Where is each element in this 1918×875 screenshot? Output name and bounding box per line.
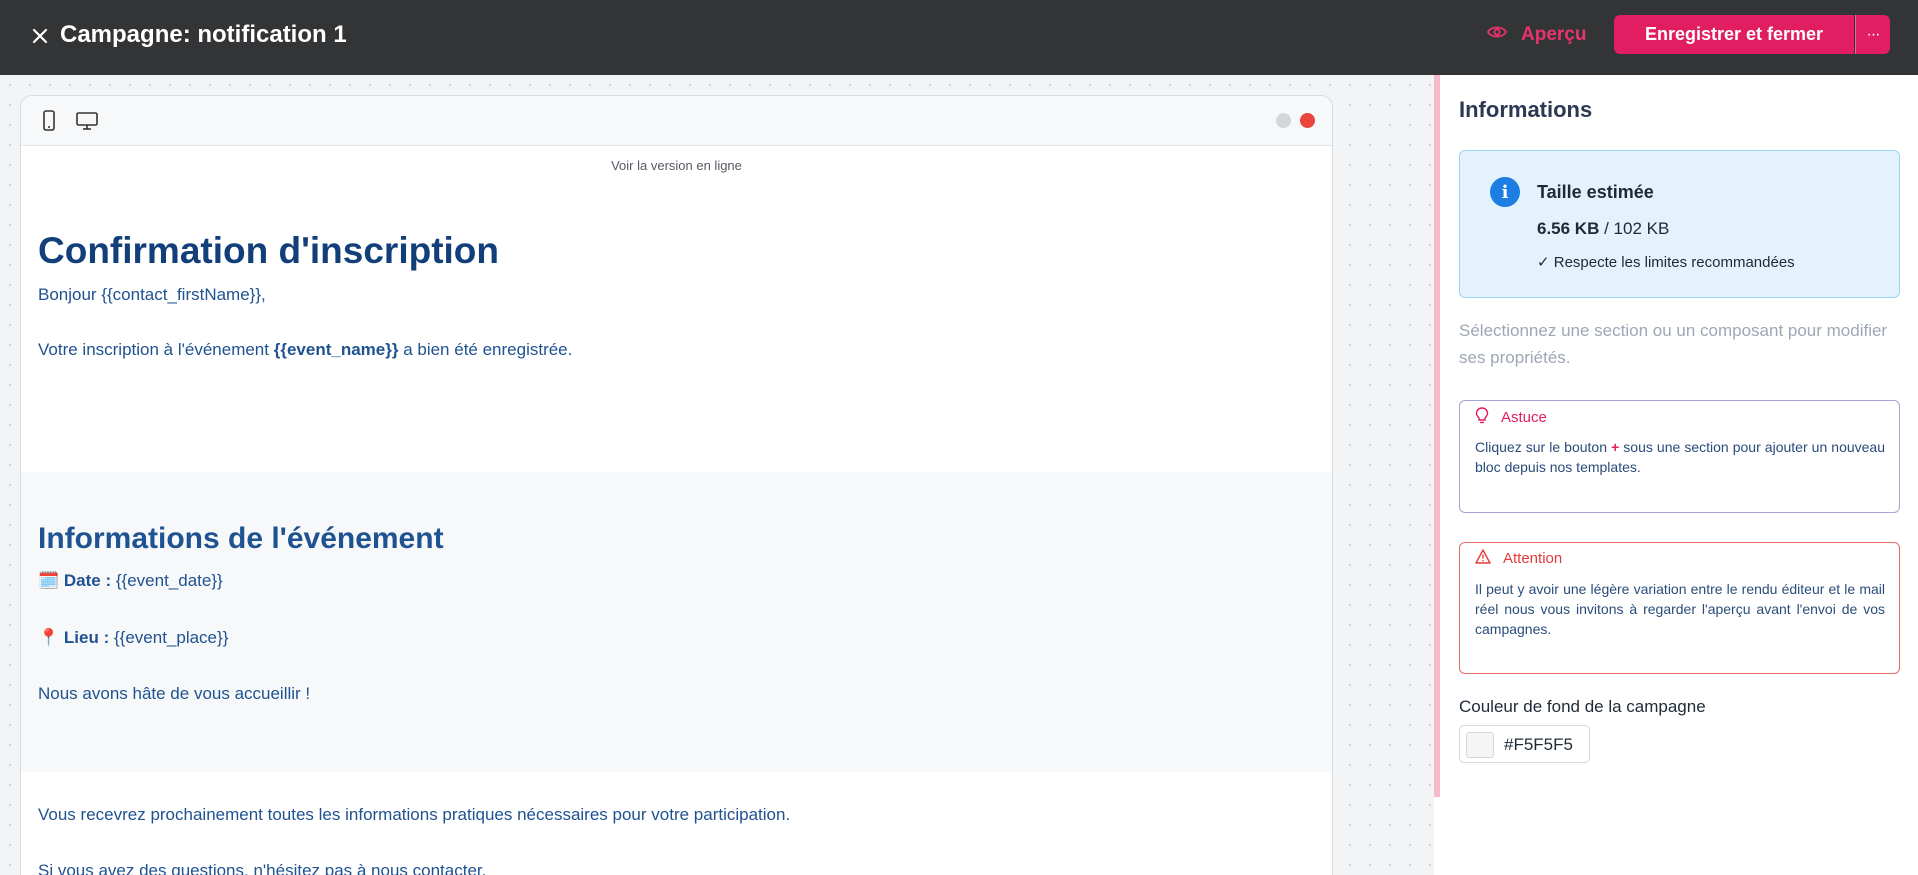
registration-text-prefix: Votre inscription à l'événement bbox=[38, 340, 274, 359]
preview-button[interactable]: Aperçu bbox=[1486, 20, 1587, 50]
date-value: {{event_date}} bbox=[111, 571, 223, 590]
view-online-link[interactable]: Voir la version en ligne bbox=[21, 146, 1332, 208]
place-label: Lieu : bbox=[63, 628, 110, 647]
place-value: {{event_place}} bbox=[109, 628, 229, 647]
tip-header: Astuce bbox=[1475, 407, 1547, 428]
pin-icon: 📍 bbox=[38, 628, 60, 647]
close-icon[interactable] bbox=[28, 24, 52, 48]
lightbulb-icon bbox=[1475, 407, 1489, 428]
warning-icon bbox=[1475, 549, 1491, 568]
tip-body: Cliquez sur le bouton + sous une section… bbox=[1475, 437, 1885, 477]
date-label: Date : bbox=[63, 571, 112, 590]
color-value: #F5F5F5 bbox=[1504, 735, 1573, 754]
background-color-label: Couleur de fond de la campagne bbox=[1459, 697, 1706, 716]
selection-hint: Sélectionnez une section ou un composant… bbox=[1459, 321, 1888, 367]
preview-label: Aperçu bbox=[1521, 24, 1587, 45]
email-section-footer[interactable]: Vous recevrez prochainement toutes les i… bbox=[21, 772, 1332, 875]
window-dot-red bbox=[1300, 113, 1315, 128]
size-separator: / bbox=[1599, 219, 1614, 238]
preview-toolbar bbox=[21, 96, 1332, 146]
page-title: Campagne: notification 1 bbox=[60, 21, 347, 48]
confirmation-heading: Confirmation d'inscription bbox=[38, 230, 500, 271]
warning-title: Attention bbox=[1503, 550, 1563, 567]
panel-title: Informations bbox=[1459, 97, 1593, 122]
warning-header: Attention bbox=[1475, 549, 1562, 568]
save-and-close-button[interactable]: Enregistrer et fermer bbox=[1614, 15, 1854, 54]
event-name-variable: {{event_name}} bbox=[273, 340, 399, 359]
mobile-icon[interactable] bbox=[37, 110, 61, 132]
size-value: 6.56 KB / 102 KB bbox=[1537, 219, 1669, 239]
more-options-button[interactable]: ··· bbox=[1855, 15, 1890, 54]
more-icon: ··· bbox=[1866, 25, 1881, 43]
size-status: ✓ Respecte les limites recommandées bbox=[1537, 254, 1795, 271]
window-dot-gray bbox=[1276, 113, 1291, 128]
event-date-line: 🗓️ Date : {{event_date}} bbox=[38, 570, 1315, 592]
size-title: Taille estimée bbox=[1537, 182, 1654, 202]
closing-text: Nous avons hâte de vous accueillir ! bbox=[38, 684, 311, 703]
email-section-confirmation[interactable]: Confirmation d'inscription Bonjour {{con… bbox=[21, 208, 1332, 472]
top-bar: Campagne: notification 1 Aperçu Enregist… bbox=[0, 0, 1918, 75]
tip-body-prefix: Cliquez sur le bouton bbox=[1475, 439, 1612, 455]
event-info-heading: Informations de l'événement bbox=[38, 522, 444, 555]
email-section-event-info[interactable]: Informations de l'événement 🗓️ Date : {{… bbox=[21, 472, 1332, 772]
tip-title: Astuce bbox=[1501, 409, 1547, 426]
email-preview-frame: Voir la version en ligne Confirmation d'… bbox=[20, 95, 1333, 875]
color-swatch[interactable] bbox=[1466, 732, 1494, 758]
size-limit: 102 KB bbox=[1613, 219, 1670, 238]
eye-icon bbox=[1486, 24, 1508, 46]
background-color-picker[interactable]: #F5F5F5 bbox=[1459, 725, 1590, 763]
registration-text-suffix: a bien été enregistrée. bbox=[398, 340, 573, 359]
contact-text: Si vous avez des questions, n'hésitez pa… bbox=[38, 861, 487, 875]
calendar-icon: 🗓️ bbox=[38, 571, 60, 590]
estimated-size-box: i Taille estimée 6.56 KB / 102 KB ✓ Resp… bbox=[1459, 150, 1900, 298]
info-icon: i bbox=[1490, 177, 1520, 207]
greeting-text: Bonjour {{contact_firstName}}, bbox=[38, 285, 266, 304]
practical-info-text: Vous recevrez prochainement toutes les i… bbox=[38, 805, 791, 824]
warning-body: Il peut y avoir une légère variation ent… bbox=[1475, 581, 1885, 637]
desktop-icon[interactable] bbox=[75, 110, 99, 132]
registration-text: Votre inscription à l'événement {{event_… bbox=[38, 339, 1315, 361]
warning-box: Attention Il peut y avoir une légère var… bbox=[1459, 542, 1900, 674]
tip-box: Astuce Cliquez sur le bouton + sous une … bbox=[1459, 400, 1900, 513]
properties-panel: Informations i Taille estimée 6.56 KB / … bbox=[1440, 75, 1918, 875]
size-current: 6.56 KB bbox=[1537, 219, 1600, 238]
event-place-line: 📍 Lieu : {{event_place}} bbox=[38, 627, 1315, 649]
